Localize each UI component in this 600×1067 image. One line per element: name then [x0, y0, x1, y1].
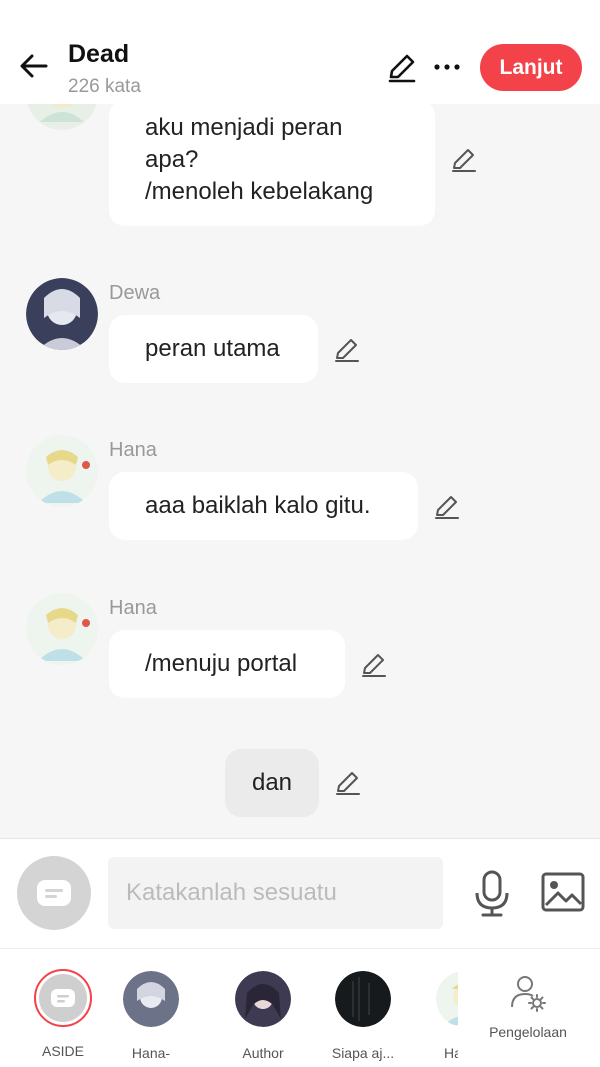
message-text: aaa baiklah kalo gitu.: [145, 492, 371, 519]
avatar[interactable]: [26, 435, 98, 507]
message-line: aku menjadi peran: [145, 114, 343, 141]
message-line: apa?: [145, 146, 199, 173]
pencil-icon[interactable]: [386, 52, 418, 84]
message-text: peran utama: [145, 335, 280, 362]
image-icon[interactable]: [540, 871, 586, 913]
avatar: [235, 971, 291, 1027]
management-label: Pengelolaan: [489, 1024, 567, 1040]
input-bar: [0, 838, 600, 948]
avatar: [123, 971, 179, 1027]
character-bar: ASIDE Hana- Author Siapa aj... Ha Penge: [0, 948, 600, 1067]
character-aside[interactable]: ASIDE: [18, 967, 108, 1059]
chat-area[interactable]: aku menjadi peran apa? /menoleh kebelaka…: [0, 104, 600, 838]
edit-message-icon[interactable]: [333, 336, 361, 364]
edit-message-icon[interactable]: [334, 769, 362, 797]
top-bar: Dead 226 kata Lanjut: [0, 0, 600, 104]
message-line: /menoleh kebelakang: [145, 178, 374, 205]
speaker-name: Hana: [109, 439, 157, 461]
character-label: Ha: [444, 1045, 458, 1061]
continue-button[interactable]: Lanjut: [480, 44, 582, 91]
character-label: Author: [242, 1045, 284, 1061]
message-text: dan: [251, 769, 293, 796]
user-settings-icon: [511, 976, 546, 1012]
edit-message-icon[interactable]: [433, 493, 461, 521]
character-hana[interactable]: Hana-: [106, 967, 196, 1061]
message-bubble[interactable]: peran utama: [109, 315, 318, 383]
message-bubble[interactable]: aku menjadi peran apa? /menoleh kebelaka…: [109, 104, 435, 226]
avatar[interactable]: [26, 104, 98, 130]
character-ha[interactable]: Ha: [436, 967, 458, 1061]
avatar: [335, 971, 391, 1027]
aside-button[interactable]: [17, 856, 91, 930]
character-author[interactable]: Author: [218, 967, 308, 1061]
story-title: Dead: [68, 40, 130, 68]
edit-message-icon[interactable]: [450, 146, 478, 174]
word-count: 226 kata: [68, 76, 141, 97]
speaker-name: Dewa: [109, 282, 161, 304]
narration-bubble[interactable]: dan: [225, 749, 319, 817]
avatar: [436, 971, 458, 1027]
avatar[interactable]: [26, 278, 98, 350]
message-bubble[interactable]: aaa baiklah kalo gitu.: [109, 472, 418, 540]
management-button[interactable]: Pengelolaan: [478, 973, 578, 1040]
character-label: ASIDE: [41, 1043, 84, 1059]
aside-chat-icon: [37, 880, 71, 906]
microphone-icon[interactable]: [472, 869, 512, 917]
message-bubble[interactable]: /menuju portal: [109, 630, 345, 698]
speaker-name: Hana: [109, 597, 157, 619]
character-label: Hana-: [131, 1045, 171, 1061]
message-text: /menuju portal: [145, 650, 298, 677]
character-label: Siapa aj...: [331, 1045, 395, 1061]
message-input[interactable]: [108, 857, 443, 929]
character-siapa[interactable]: Siapa aj...: [318, 967, 408, 1061]
avatar[interactable]: [26, 593, 98, 665]
more-icon[interactable]: [432, 52, 462, 82]
edit-message-icon[interactable]: [360, 651, 388, 679]
back-arrow-icon[interactable]: [16, 48, 52, 84]
aside-chat-icon: [51, 989, 75, 1007]
